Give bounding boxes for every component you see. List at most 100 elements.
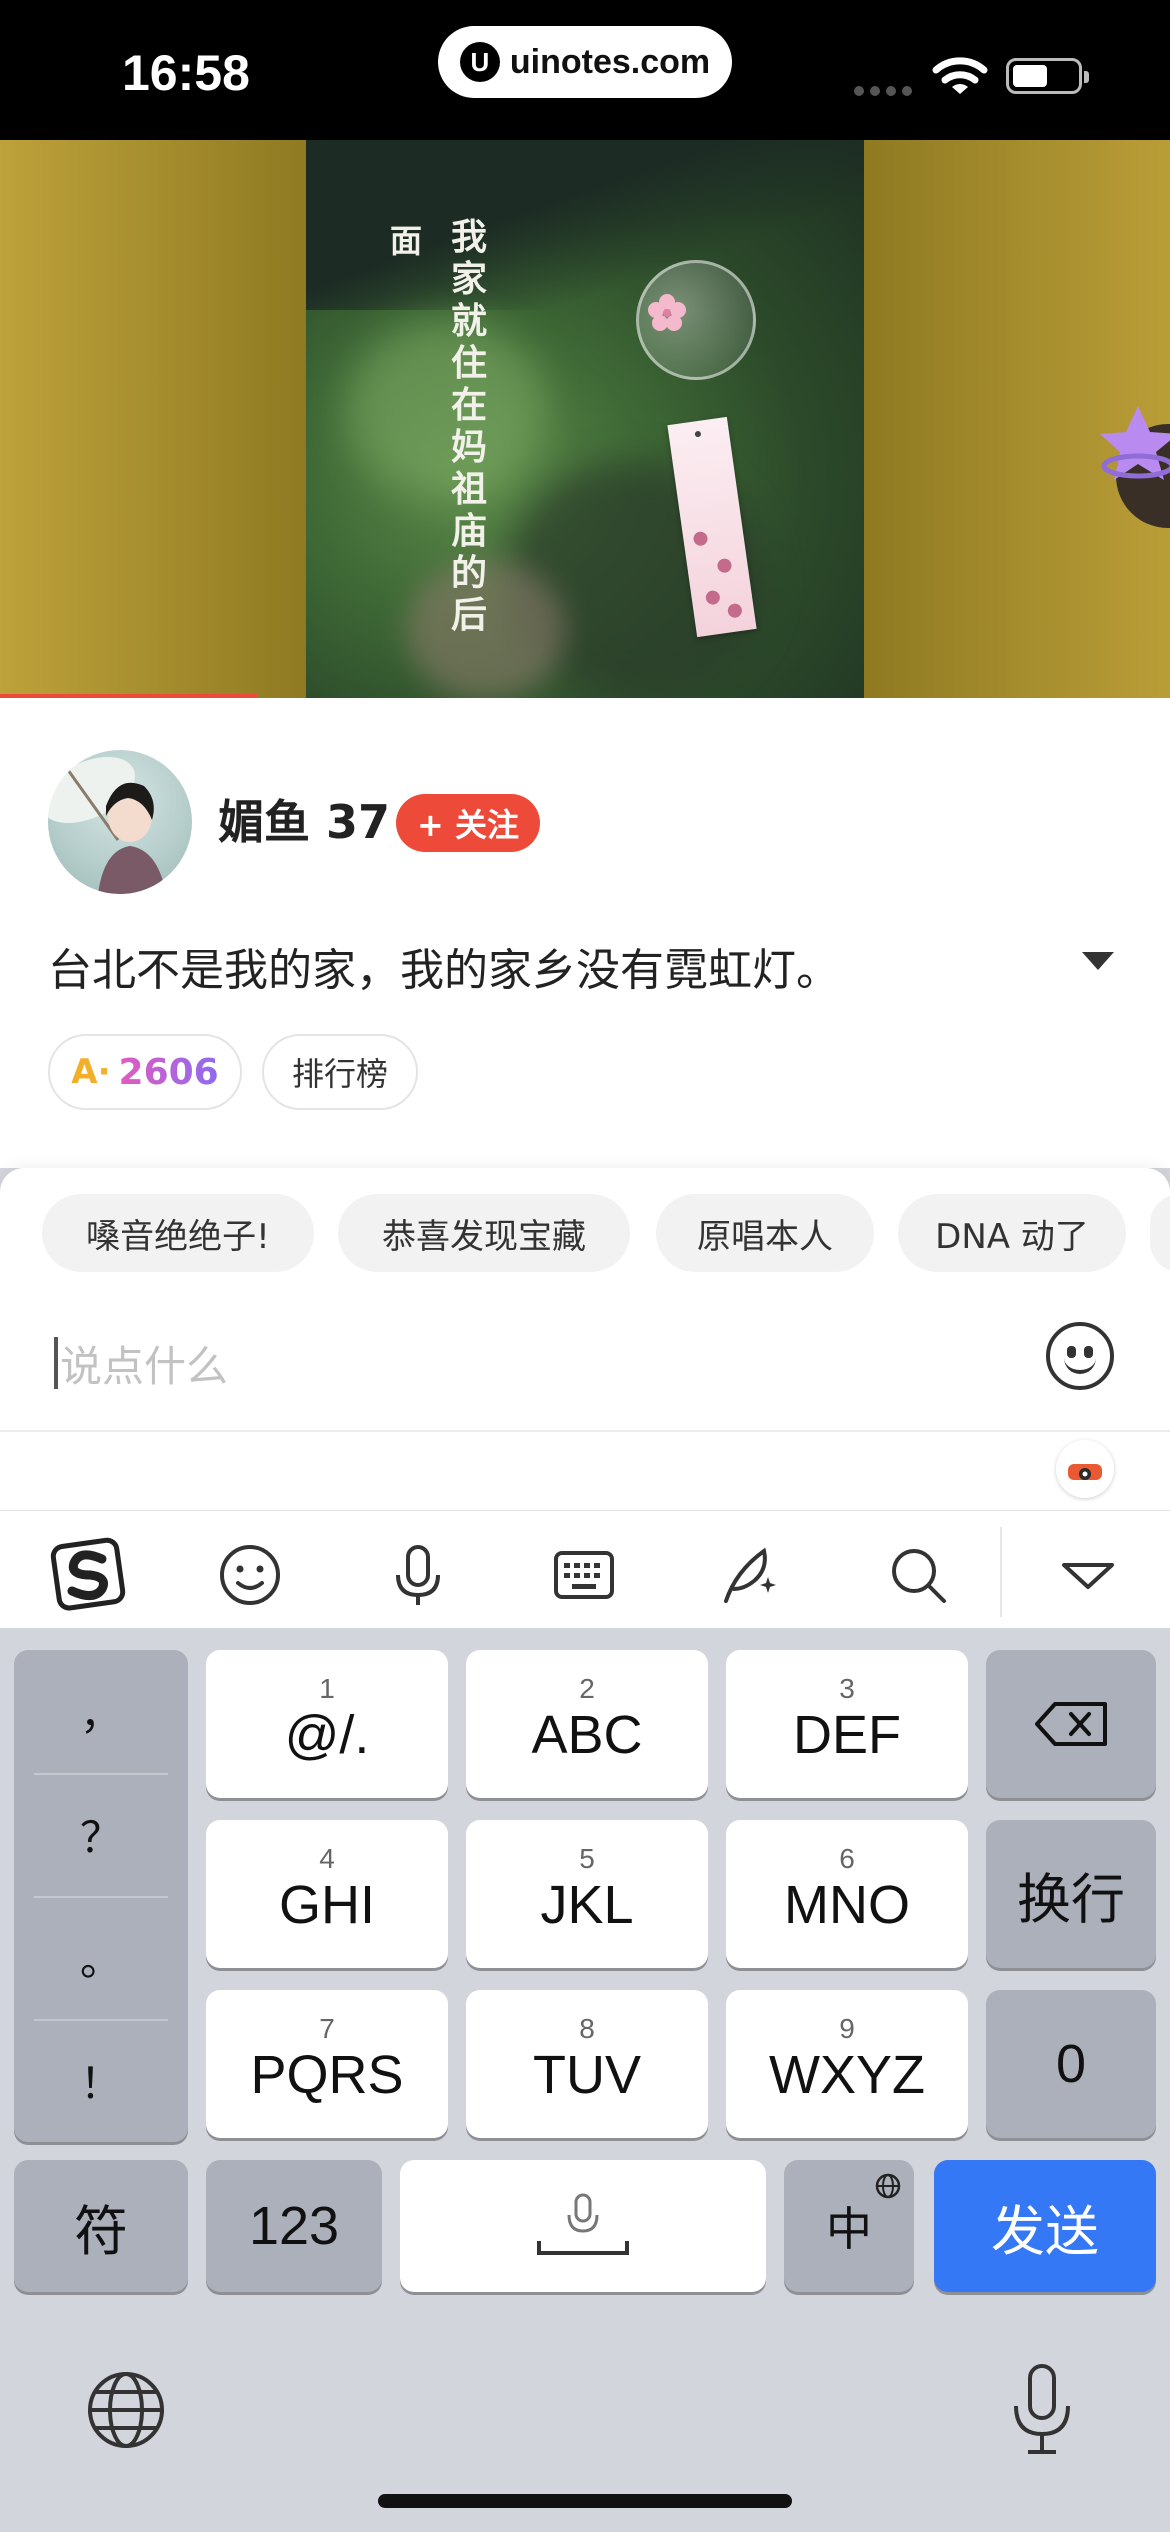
divider (0, 1430, 1170, 1432)
collapse-keyboard-icon[interactable] (1054, 1541, 1122, 1609)
key-label: 123 (248, 2196, 340, 2256)
text-caret (54, 1337, 58, 1389)
punctuation-column[interactable]: ， ？ 。 ！ (14, 1650, 188, 2142)
symbol-key[interactable]: 符 (14, 2160, 188, 2292)
key-number: 2 (579, 1673, 595, 1704)
newline-key[interactable]: 换行 (986, 1820, 1156, 1968)
post-info-card: 媚鱼 37 + 关注 台北不是我的家，我的家乡没有霓虹灯。 A· 2606 排行… (0, 698, 1170, 1168)
punct-question-key[interactable]: ？ (14, 1773, 188, 1896)
video-frame[interactable]: 我家就住在妈祖庙的后 面 (306, 140, 864, 698)
status-bar: 16:58 U uinotes.com (0, 0, 1170, 140)
key-0[interactable]: 0 (986, 1990, 1156, 2138)
sakura-icon (648, 294, 686, 331)
emoji-icon[interactable] (216, 1541, 284, 1609)
emoji-icon[interactable] (1046, 1322, 1114, 1390)
punct-comma-key[interactable]: ， (14, 1650, 188, 1773)
punct-exclaim-key[interactable]: ！ (14, 2019, 188, 2142)
key-label: @/. (284, 1705, 370, 1765)
key-6[interactable]: 6 MNO (726, 1820, 968, 1968)
space-mic-icon (537, 2193, 629, 2255)
key-label: ABC (531, 1705, 643, 1765)
key-9[interactable]: 9 WXYZ (726, 1990, 968, 2138)
key-label: PQRS (250, 2045, 404, 2105)
post-description: 台北不是我的家，我的家乡没有霓虹灯。 (48, 945, 840, 996)
sakura-dot (692, 530, 709, 547)
key-label: 中 (826, 2202, 872, 2256)
key-number: 8 (579, 2013, 595, 2044)
sakura-dot (704, 589, 721, 606)
quick-reply-chip[interactable]: 嗓音绝绝子! (42, 1194, 314, 1272)
key-label: JKL (540, 1875, 634, 1935)
numbers-key[interactable]: 123 (206, 2160, 382, 2292)
key-2[interactable]: 2 ABC (466, 1650, 708, 1798)
dictation-mic-icon[interactable] (1006, 2362, 1078, 2458)
key-label: TUV (533, 2045, 641, 2105)
globe-small-icon (875, 2173, 901, 2199)
key-number: 9 (839, 2013, 855, 2044)
key-8[interactable]: 8 TUV (466, 1990, 708, 2138)
globe-icon[interactable] (84, 2368, 168, 2452)
avatar-illustration (48, 756, 166, 894)
language-key[interactable]: 中 (784, 2160, 914, 2292)
sogou-logo-icon[interactable] (50, 1535, 128, 1613)
score-prefix: A· (71, 1052, 111, 1092)
mascot-icon[interactable] (1056, 1440, 1114, 1498)
search-icon[interactable] (884, 1541, 952, 1609)
key-3[interactable]: 3 DEF (726, 1650, 968, 1798)
key-label: 0 (1055, 2034, 1087, 2094)
quick-reply-chip-overflow[interactable] (1150, 1194, 1170, 1272)
score-pill[interactable]: A· 2606 (48, 1034, 242, 1110)
space-key[interactable] (400, 2160, 766, 2292)
url-text: uinotes.com (509, 42, 711, 81)
quick-reply-chip[interactable]: 原唱本人 (656, 1194, 874, 1272)
key-number: 1 (319, 1673, 335, 1704)
comment-input[interactable]: 说点什么 (54, 1328, 1014, 1398)
key-4[interactable]: 4 GHI (206, 1820, 448, 1968)
key-label: DEF (793, 1705, 901, 1765)
backspace-key[interactable] (986, 1650, 1156, 1798)
comment-placeholder: 说点什么 (60, 1341, 229, 1391)
poem-text-side: 面 (389, 222, 422, 260)
quick-reply-chip[interactable]: 恭喜发现宝藏 (338, 1194, 630, 1272)
key-number: 5 (579, 1843, 595, 1874)
key-label: WXYZ (769, 2045, 925, 2105)
toolbar-separator (1000, 1527, 1002, 1617)
key-number: 6 (839, 1843, 855, 1874)
key-number: 7 (319, 2013, 335, 2044)
follow-button[interactable]: + 关注 (396, 794, 540, 852)
ime-toolbar (0, 1510, 1170, 1628)
send-key[interactable]: 发送 (934, 2160, 1156, 2292)
windchime-image (636, 260, 756, 380)
t9-keyboard: ， ？ 。 ！ 1 @/. 2 ABC 3 DEF 4 GHI 5 JKL 6 MNO 换行… (0, 1628, 1170, 2532)
signal-dots-icon (854, 86, 912, 96)
poem-text: 我家就住在妈祖庙的后 (450, 216, 487, 636)
key-label: 符 (74, 2199, 128, 2263)
battery-icon (1006, 58, 1089, 94)
video-player[interactable]: 我家就住在妈祖庙的后 面 (0, 140, 1170, 698)
punct-period-key[interactable]: 。 (14, 1896, 188, 2019)
author-name[interactable]: 媚鱼 37 (218, 786, 390, 852)
key-label: GHI (278, 1875, 375, 1935)
key-1[interactable]: 1 @/. (206, 1650, 448, 1798)
star-sticker-icon[interactable] (1098, 396, 1170, 536)
microphone-icon[interactable] (384, 1541, 452, 1609)
video-blur-left (0, 140, 306, 698)
key-5[interactable]: 5 JKL (466, 1820, 708, 1968)
key-7[interactable]: 7 PQRS (206, 1990, 448, 2138)
key-label: 发送 (991, 2199, 1099, 2263)
quick-reply-chip[interactable]: DNA 动了 (898, 1194, 1126, 1272)
key-label: MNO (784, 1875, 910, 1935)
home-indicator[interactable] (378, 2494, 792, 2508)
site-logo: U (459, 42, 500, 82)
key-number: 4 (319, 1843, 335, 1874)
keyboard-icon[interactable] (550, 1541, 618, 1609)
backspace-icon (1035, 1702, 1107, 1746)
score-value: 2606 (118, 1051, 219, 1093)
avatar[interactable] (48, 750, 192, 894)
expand-chevron-icon[interactable] (1082, 952, 1114, 970)
key-number: 3 (839, 1673, 855, 1704)
quill-ai-icon[interactable] (716, 1541, 784, 1609)
url-pill[interactable]: U uinotes.com (438, 26, 732, 98)
ranking-button[interactable]: 排行榜 (262, 1034, 418, 1110)
sakura-dot (726, 602, 743, 619)
